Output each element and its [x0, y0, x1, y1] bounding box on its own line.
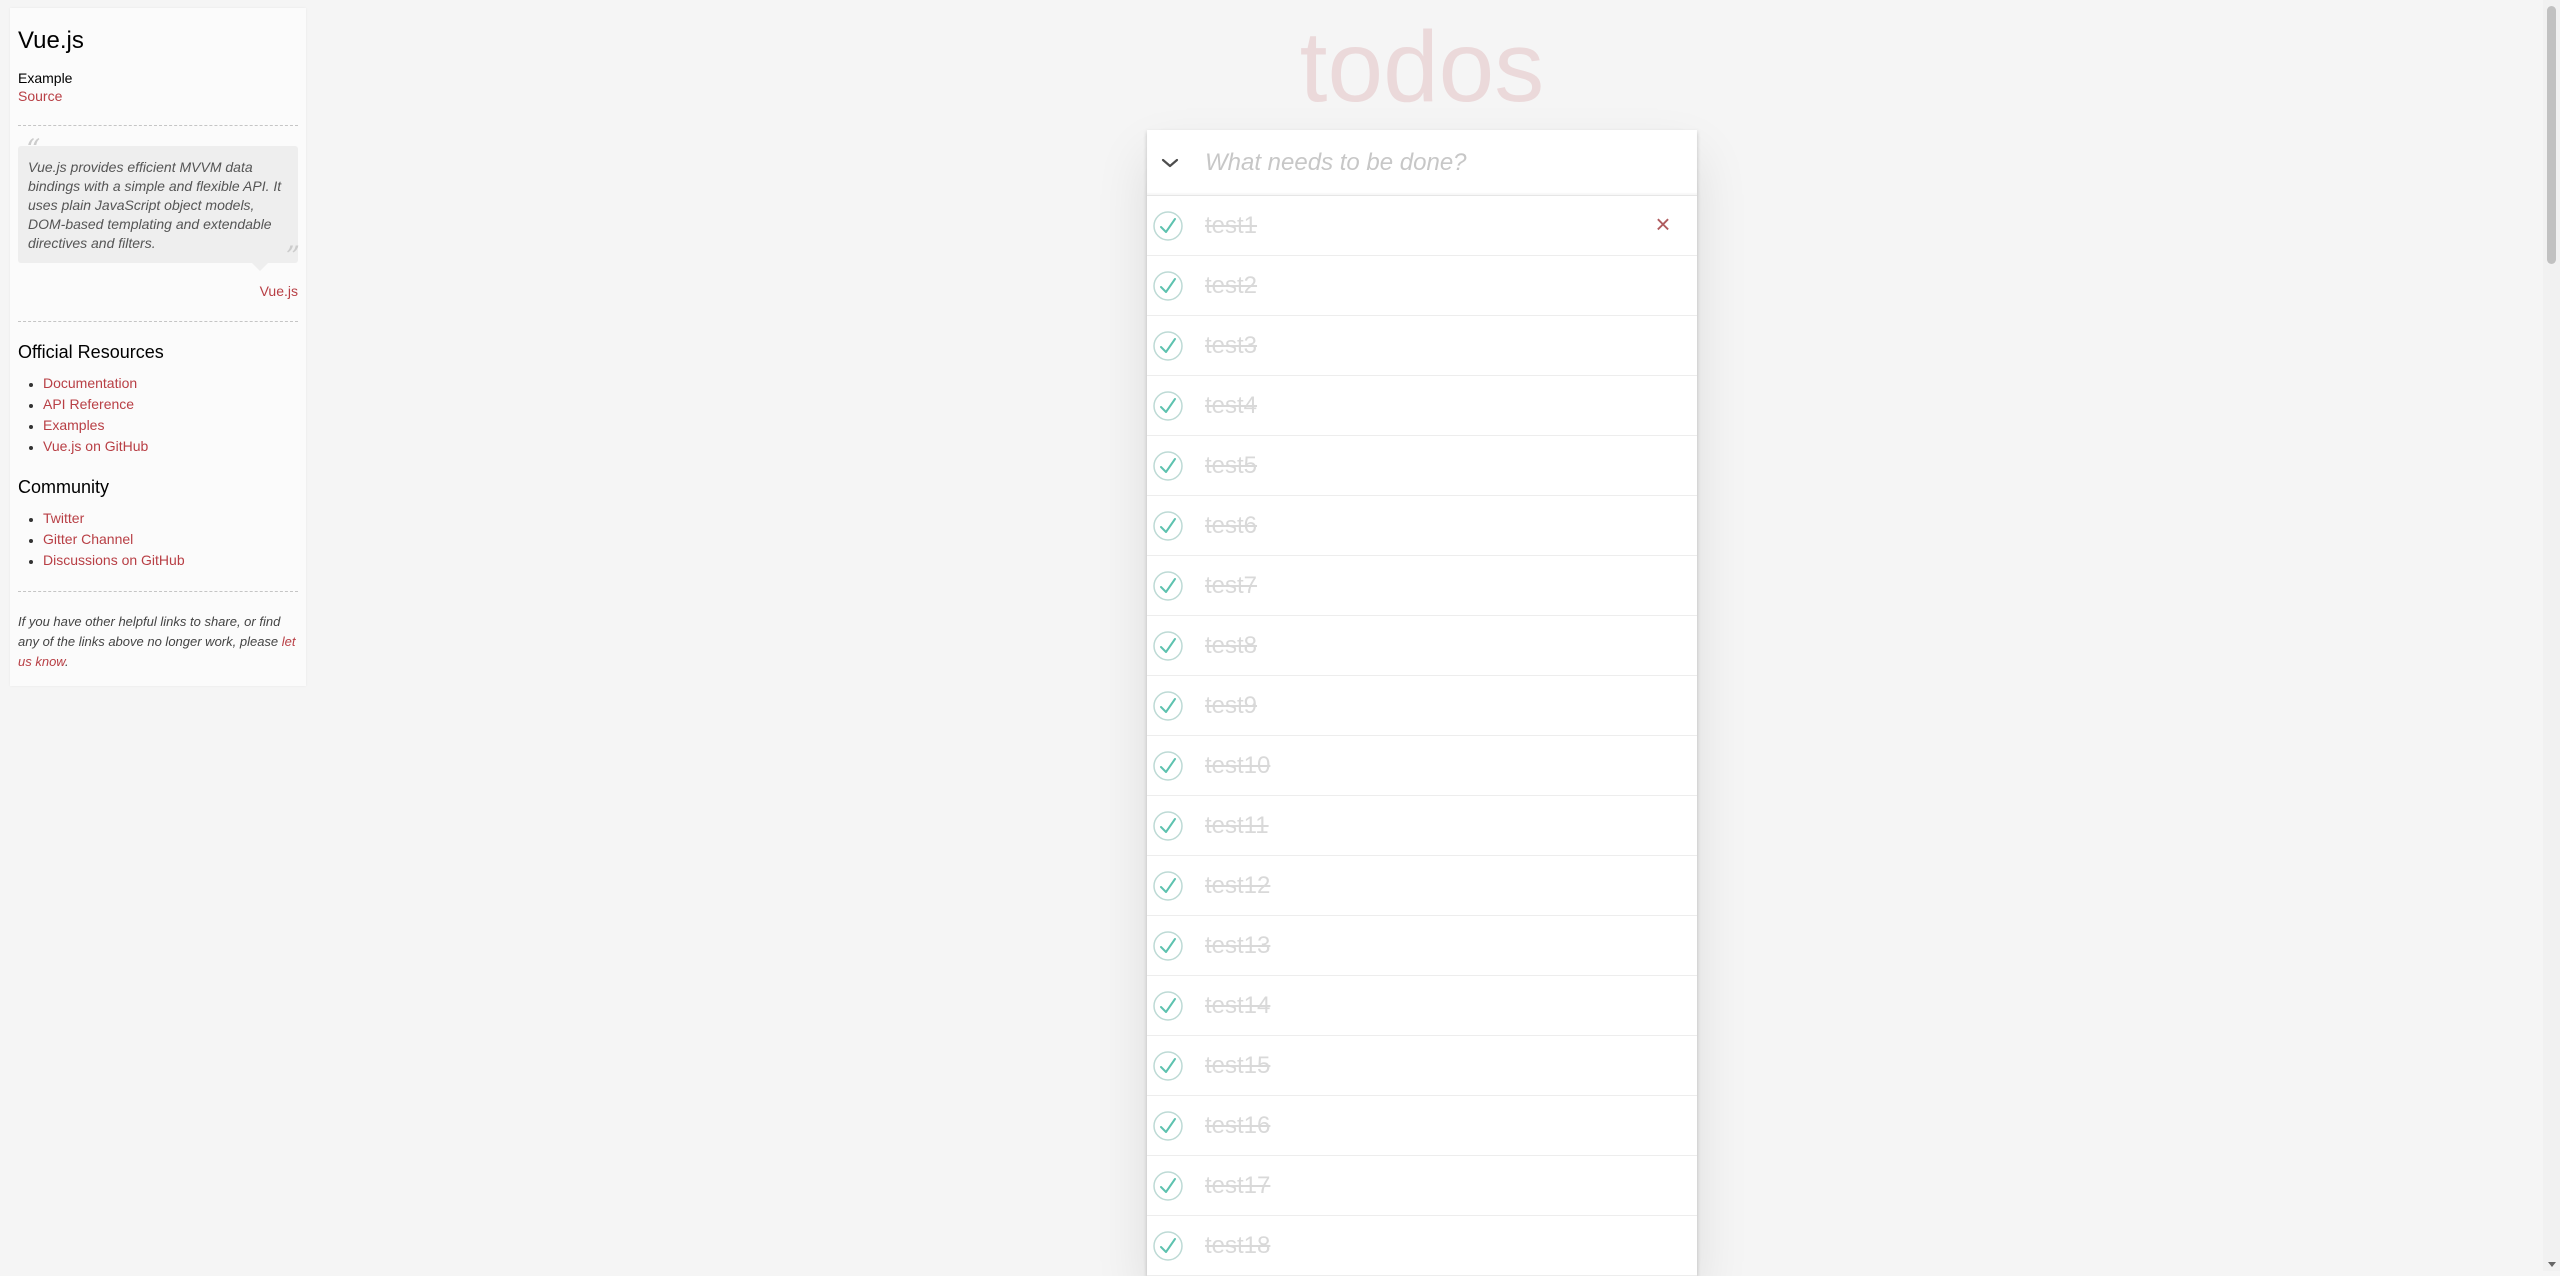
todo-item[interactable]: test13 [1147, 916, 1697, 976]
official-resources-list: Documentation API Reference Examples Vue… [18, 373, 298, 457]
todo-label[interactable]: test2 [1205, 256, 1257, 315]
todo-app: test1×test2test3test4test5test6test7test… [1147, 130, 1697, 1276]
todo-checkbox-check-icon[interactable] [1152, 270, 1184, 302]
divider [18, 321, 298, 323]
list-item: Documentation [43, 373, 298, 394]
quote-text: Vue.js provides efficient MVVM data bind… [28, 159, 282, 252]
app-title: todos [1299, 11, 1545, 123]
close-quote-icon: ” [285, 240, 300, 274]
scroll-down-arrow-icon[interactable] [2548, 1262, 2556, 1267]
todo-item[interactable]: test11 [1147, 796, 1697, 856]
divider [18, 591, 298, 593]
examples-link[interactable]: Examples [43, 417, 104, 433]
todo-checkbox-check-icon[interactable] [1152, 210, 1184, 242]
todo-item[interactable]: test15 [1147, 1036, 1697, 1096]
list-item: Gitter Channel [43, 529, 298, 550]
todo-item[interactable]: test16 [1147, 1096, 1697, 1156]
todo-checkbox-check-icon[interactable] [1152, 330, 1184, 362]
todo-item[interactable]: test18 [1147, 1216, 1697, 1276]
todo-checkbox-check-icon[interactable] [1152, 1110, 1184, 1142]
quote-attribution-link[interactable]: Vue.js [260, 283, 298, 299]
todo-label[interactable]: test12 [1205, 856, 1270, 915]
todo-label[interactable]: test13 [1205, 916, 1270, 975]
todo-item[interactable]: test5 [1147, 436, 1697, 496]
page-scrollbar[interactable] [2543, 0, 2560, 1271]
official-resources-heading: Official Resources [18, 342, 164, 363]
twitter-link[interactable]: Twitter [43, 510, 84, 526]
todo-checkbox-check-icon[interactable] [1152, 1050, 1184, 1082]
todo-checkbox-check-icon[interactable] [1152, 450, 1184, 482]
todo-label[interactable]: test18 [1205, 1216, 1270, 1275]
todo-label[interactable]: test5 [1205, 436, 1257, 495]
todo-item[interactable]: test9 [1147, 676, 1697, 736]
learn-sidebar: Vue.js Example Source “ Vue.js provides … [10, 8, 306, 687]
sidebar-footer-note: If you have other helpful links to share… [18, 612, 298, 672]
todo-label[interactable]: test9 [1205, 676, 1257, 735]
new-todo-input[interactable] [1205, 130, 1675, 195]
todo-checkbox-check-icon[interactable] [1152, 390, 1184, 422]
source-link[interactable]: Source [18, 87, 298, 105]
list-item: API Reference [43, 394, 298, 415]
todo-checkbox-check-icon[interactable] [1152, 1170, 1184, 1202]
documentation-link[interactable]: Documentation [43, 375, 137, 391]
todo-label[interactable]: test11 [1205, 796, 1269, 855]
todo-label[interactable]: test16 [1205, 1096, 1270, 1155]
todo-label[interactable]: test10 [1205, 736, 1270, 795]
todo-checkbox-check-icon[interactable] [1152, 510, 1184, 542]
sidebar-quote: “ Vue.js provides efficient MVVM data bi… [18, 136, 300, 272]
todo-item[interactable]: test1 × [1147, 196, 1697, 256]
discussions-link[interactable]: Discussions on GitHub [43, 552, 185, 568]
scrollbar-thumb[interactable] [2547, 6, 2556, 264]
todo-checkbox-check-icon[interactable] [1152, 750, 1184, 782]
divider [18, 125, 298, 127]
list-item: Vue.js on GitHub [43, 436, 298, 457]
community-heading: Community [18, 477, 110, 498]
todo-checkbox-check-icon[interactable] [1152, 930, 1184, 962]
todo-item[interactable]: test17 [1147, 1156, 1697, 1216]
todo-checkbox-check-icon[interactable] [1152, 870, 1184, 902]
todo-item[interactable]: test12 [1147, 856, 1697, 916]
todo-item[interactable]: test14 [1147, 976, 1697, 1036]
todo-label[interactable]: test3 [1205, 316, 1257, 375]
sidebar-subtitle: Example [18, 70, 73, 87]
todo-checkbox-check-icon[interactable] [1152, 810, 1184, 842]
todo-label[interactable]: test15 [1205, 1036, 1270, 1095]
list-item: Discussions on GitHub [43, 550, 298, 571]
footer-text-end: . [64, 654, 69, 670]
github-link[interactable]: Vue.js on GitHub [43, 438, 148, 454]
todo-item[interactable]: test2 [1147, 256, 1697, 316]
todo-item[interactable]: test6 [1147, 496, 1697, 556]
footer-text: If you have other helpful links to share… [18, 614, 282, 650]
todo-list: test1 × test2 test3 test4 test5 test6 test7 test… [1147, 196, 1697, 1276]
todo-checkbox-check-icon[interactable] [1152, 570, 1184, 602]
quote-tail [252, 263, 268, 272]
todo-checkbox-check-icon[interactable] [1152, 630, 1184, 662]
todo-label[interactable]: test7 [1205, 556, 1257, 615]
todo-label[interactable]: test4 [1205, 376, 1257, 435]
todo-checkbox-check-icon[interactable] [1152, 1230, 1184, 1262]
todo-item[interactable]: test10 [1147, 736, 1697, 796]
list-item: Twitter [43, 508, 298, 529]
list-item: Examples [43, 415, 298, 436]
todo-item[interactable]: test4 [1147, 376, 1697, 436]
todo-label[interactable]: test8 [1205, 616, 1257, 675]
todo-item[interactable]: test3 [1147, 316, 1697, 376]
todo-label[interactable]: test6 [1205, 496, 1257, 555]
quote-footer: Vue.js [18, 283, 298, 301]
delete-todo-close-icon[interactable]: × [1649, 210, 1677, 238]
todo-checkbox-check-icon[interactable] [1152, 990, 1184, 1022]
sidebar-title: Vue.js [18, 27, 84, 54]
new-todo-row [1147, 130, 1697, 196]
toggle-all-chevron-icon[interactable] [1147, 130, 1192, 195]
todo-item[interactable]: test7 [1147, 556, 1697, 616]
community-list: Twitter Gitter Channel Discussions on Gi… [18, 508, 298, 571]
todo-label[interactable]: test1 [1205, 196, 1257, 255]
todo-label[interactable]: test17 [1205, 1156, 1270, 1215]
todo-label[interactable]: test14 [1205, 976, 1270, 1035]
open-quote-icon: “ [26, 133, 41, 167]
todo-checkbox-check-icon[interactable] [1152, 690, 1184, 722]
api-reference-link[interactable]: API Reference [43, 396, 134, 412]
todo-item[interactable]: test8 [1147, 616, 1697, 676]
gitter-link[interactable]: Gitter Channel [43, 531, 133, 547]
